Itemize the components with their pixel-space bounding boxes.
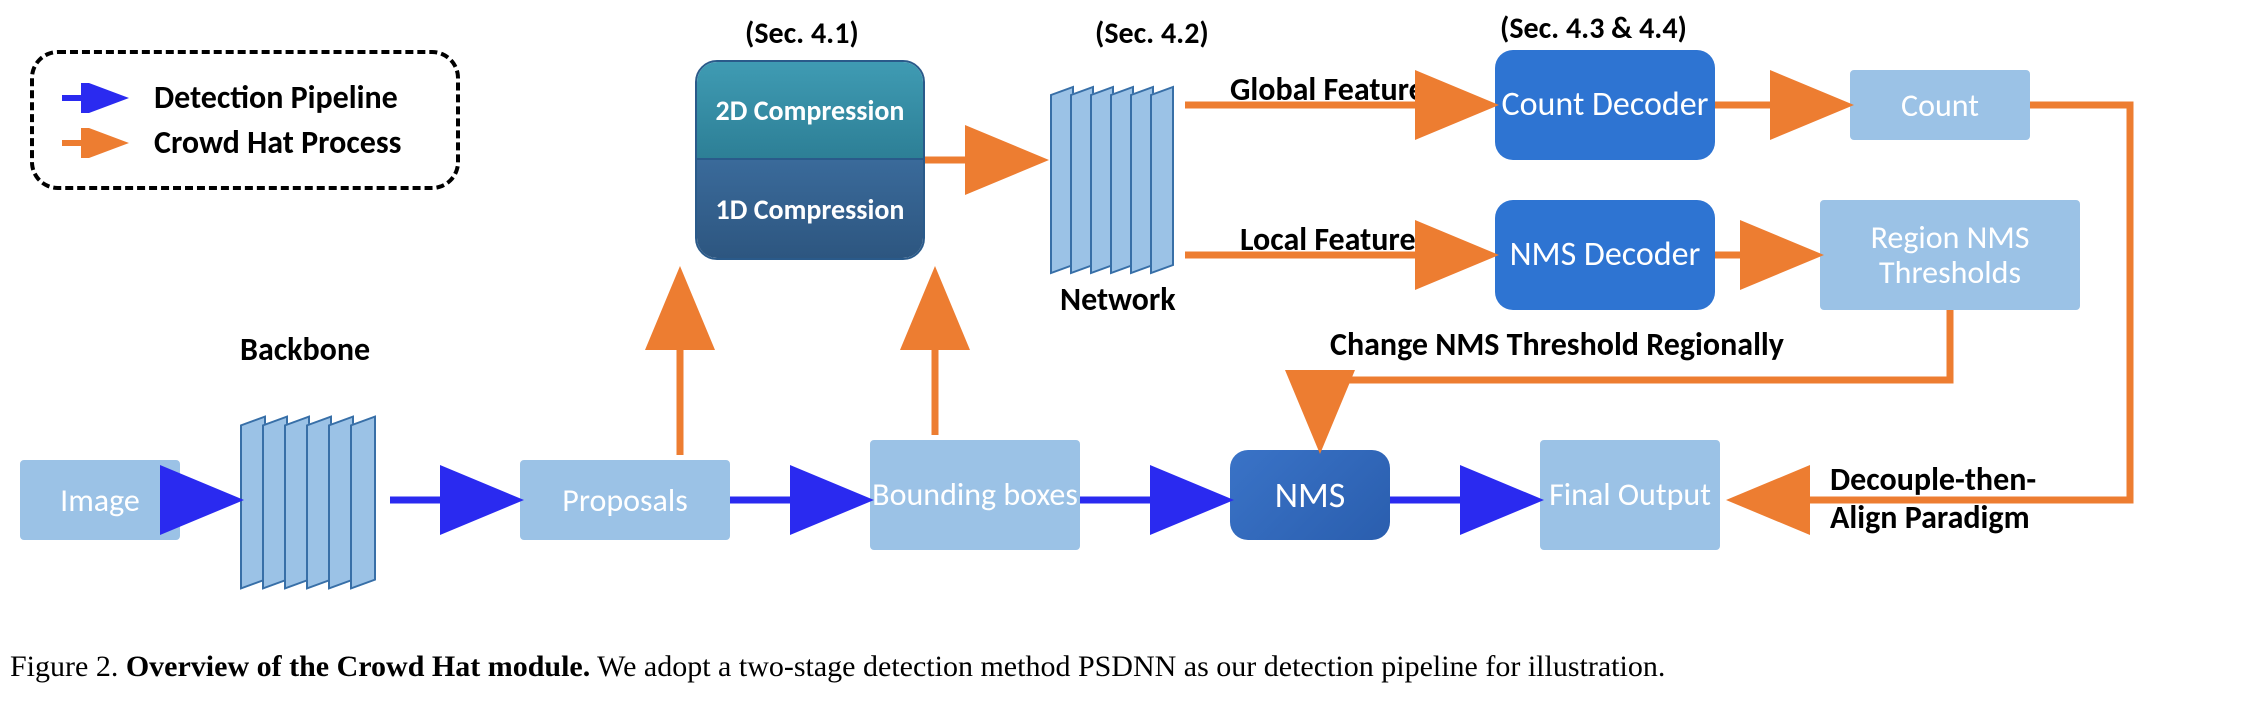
caption-rest: We adopt a two-stage detection method PS… [590,650,1665,683]
figure-caption: Figure 2. Overview of the Crowd Hat modu… [10,650,1665,684]
caption-prefix: Figure 2. [10,650,126,683]
arrows-layer [0,0,2252,640]
caption-bold: Overview of the Crowd Hat module. [126,650,590,683]
